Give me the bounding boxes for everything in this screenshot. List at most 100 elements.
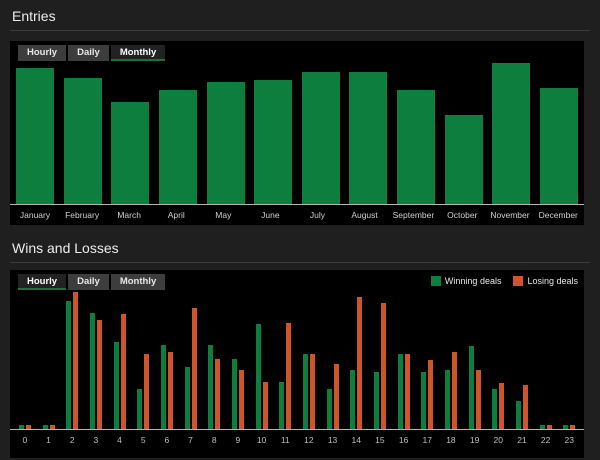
- trading-dashboard: Entries Hourly Daily Monthly JanuaryFebr…: [0, 0, 600, 460]
- bar-february: [64, 78, 102, 204]
- wins-losses-toolbar: Hourly Daily Monthly Winning deals Losin…: [10, 270, 584, 290]
- bar-losing-deals-15: [381, 303, 386, 429]
- axis-label-20: 20: [486, 435, 510, 445]
- section-divider: [10, 30, 590, 31]
- bar-group-16: [392, 291, 416, 429]
- bar-losing-deals-3: [97, 320, 102, 429]
- axis-label-13: 13: [321, 435, 345, 445]
- axis-label-september: September: [393, 210, 435, 220]
- axis-label-3: 3: [84, 435, 108, 445]
- bar-losing-deals-11: [286, 323, 291, 429]
- wins-monthly-button[interactable]: Monthly: [111, 274, 165, 290]
- axis-label-december: December: [539, 210, 578, 220]
- legend-item-losing-deals[interactable]: Losing deals: [513, 276, 578, 286]
- bar-winning-deals-7: [185, 367, 190, 429]
- axis-label-5: 5: [131, 435, 155, 445]
- bar-group-8: [202, 291, 226, 429]
- bar-group-may: [207, 62, 245, 204]
- axis-label-14: 14: [344, 435, 368, 445]
- chart-legend: Winning deals Losing deals: [431, 274, 578, 286]
- bar-losing-deals-10: [263, 382, 268, 429]
- entries-section-title: Entries: [12, 0, 588, 24]
- bar-october: [445, 115, 483, 204]
- bar-group-july: [302, 62, 340, 204]
- bar-group-3: [84, 291, 108, 429]
- bar-group-9: [226, 291, 250, 429]
- entries-monthly-button[interactable]: Monthly: [111, 45, 165, 61]
- wins-hourly-button[interactable]: Hourly: [18, 274, 66, 290]
- axis-label-0: 0: [13, 435, 37, 445]
- axis-label-march: March: [110, 210, 148, 220]
- axis-label-23: 23: [557, 435, 581, 445]
- bar-group-august: [349, 62, 387, 204]
- axis-label-7: 7: [179, 435, 203, 445]
- entries-hourly-button[interactable]: Hourly: [18, 45, 66, 61]
- axis-label-4: 4: [108, 435, 132, 445]
- axis-label-17: 17: [415, 435, 439, 445]
- bar-april: [159, 90, 197, 204]
- wins-losses-bar-chart: [10, 291, 584, 429]
- bar-january: [16, 68, 54, 204]
- bar-group-19: [463, 291, 487, 429]
- bar-group-february: [64, 62, 102, 204]
- legend-label: Losing deals: [527, 276, 578, 286]
- bar-winning-deals-20: [492, 389, 497, 429]
- bar-losing-deals-5: [144, 354, 149, 429]
- bar-group-october: [445, 62, 483, 204]
- entries-toolbar: Hourly Daily Monthly: [10, 41, 584, 61]
- axis-label-11: 11: [273, 435, 297, 445]
- bar-group-september: [397, 62, 435, 204]
- bar-winning-deals-1: [43, 425, 48, 429]
- bar-group-18: [439, 291, 463, 429]
- bar-group-0: [13, 291, 37, 429]
- entries-chart-panel: Hourly Daily Monthly JanuaryFebruaryMarc…: [10, 41, 584, 225]
- axis-label-10: 10: [250, 435, 274, 445]
- bar-losing-deals-2: [73, 292, 78, 429]
- bar-winning-deals-2: [66, 301, 71, 429]
- bar-losing-deals-20: [499, 383, 504, 429]
- bar-group-june: [254, 62, 292, 204]
- section-divider: [10, 262, 590, 263]
- bar-group-20: [486, 291, 510, 429]
- bar-losing-deals-9: [239, 370, 244, 429]
- axis-label-february: February: [63, 210, 101, 220]
- bar-group-11: [273, 291, 297, 429]
- bar-losing-deals-6: [168, 352, 173, 429]
- bar-winning-deals-10: [256, 324, 261, 429]
- axis-label-november: November: [490, 210, 529, 220]
- wins-daily-button[interactable]: Daily: [68, 274, 109, 290]
- bar-losing-deals-8: [215, 359, 220, 429]
- bar-march: [111, 102, 149, 204]
- axis-label-19: 19: [463, 435, 487, 445]
- bar-group-2: [60, 291, 84, 429]
- bar-group-17: [415, 291, 439, 429]
- legend-label: Winning deals: [445, 276, 502, 286]
- bar-group-december: [540, 62, 578, 204]
- axis-label-18: 18: [439, 435, 463, 445]
- bar-group-6: [155, 291, 179, 429]
- wins-losses-chart-panel: Hourly Daily Monthly Winning deals Losin…: [10, 270, 584, 458]
- bar-group-23: [557, 291, 581, 429]
- bar-winning-deals-23: [563, 425, 568, 429]
- bar-group-14: [344, 291, 368, 429]
- bar-winning-deals-22: [540, 425, 545, 429]
- bar-winning-deals-12: [303, 354, 308, 429]
- bar-winning-deals-8: [208, 345, 213, 429]
- bar-losing-deals-1: [50, 425, 55, 429]
- wins-losses-x-axis: 01234567891011121314151617181920212223: [10, 429, 584, 450]
- bar-losing-deals-18: [452, 352, 457, 429]
- bar-losing-deals-21: [523, 385, 528, 429]
- bar-group-november: [492, 62, 530, 204]
- legend-item-winning-deals[interactable]: Winning deals: [431, 276, 502, 286]
- bar-losing-deals-16: [405, 354, 410, 429]
- axis-label-6: 6: [155, 435, 179, 445]
- bar-winning-deals-16: [398, 354, 403, 429]
- bar-winning-deals-18: [445, 370, 450, 429]
- entries-daily-button[interactable]: Daily: [68, 45, 109, 61]
- bar-july: [302, 72, 340, 204]
- bar-november: [492, 63, 530, 204]
- axis-label-15: 15: [368, 435, 392, 445]
- bar-group-march: [111, 62, 149, 204]
- bar-losing-deals-23: [570, 425, 575, 429]
- axis-label-8: 8: [202, 435, 226, 445]
